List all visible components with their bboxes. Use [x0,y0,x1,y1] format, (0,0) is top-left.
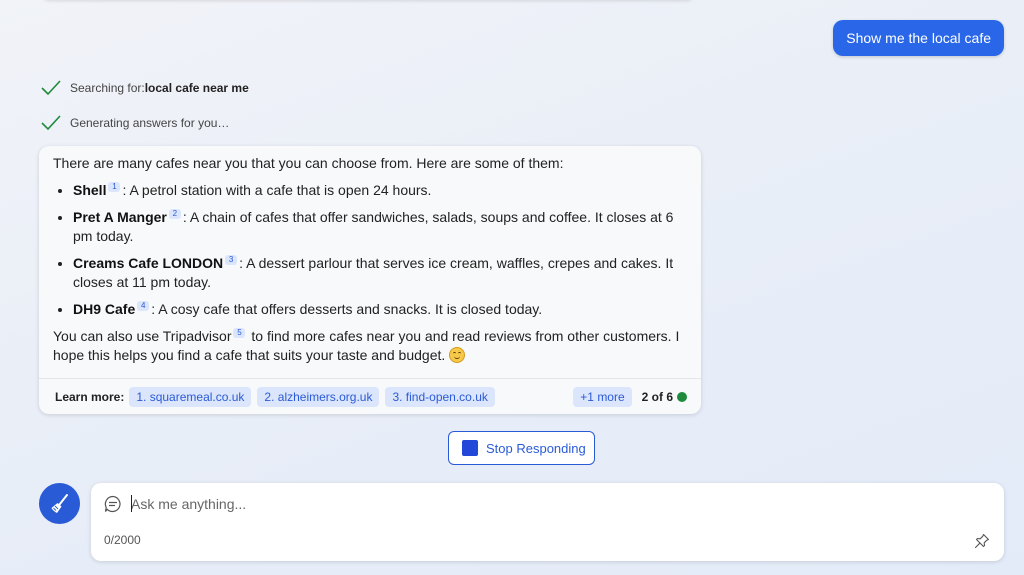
citation-link[interactable]: 1 [108,182,121,192]
more-sources-button[interactable]: +1 more [573,386,632,407]
status-generating-text: Generating answers for you… [70,116,230,130]
learn-more-label: Learn more: [55,389,125,404]
status-searching-query: local cafe near me [144,81,249,95]
user-message-bubble: Show me the local cafe [833,20,1004,56]
list-item: Creams Cafe LONDON3: A dessert parlour t… [73,254,687,292]
broom-icon [51,493,68,513]
cafe-name: Creams Cafe LONDON [73,255,224,271]
character-counter: 0/2000 [104,533,141,547]
pin-icon[interactable] [974,533,990,549]
list-item: Pret A Manger2: A chain of cafes that of… [73,208,687,246]
cafe-name: Shell [73,182,107,198]
status-generating: Generating answers for you… [40,113,229,133]
smile-emoji-icon [449,347,466,363]
cafe-name: DH9 Cafe [73,301,136,317]
list-item: DH9 Cafe4: A cosy cafe that offers desse… [73,300,687,319]
outro-text-before: You can also use Tripadvisor [53,328,232,344]
source-link-1[interactable]: 1. squaremeal.co.uk [129,386,252,407]
answer-body: There are many cafes near you that you c… [39,146,701,365]
cafe-name: Pret A Manger [73,209,167,225]
answer-outro: You can also use Tripadvisor 5 to find mo… [53,327,687,365]
citation-link[interactable]: 3 [225,255,238,265]
learn-more-bar: Learn more: 1. squaremeal.co.uk 2. alzhe… [39,378,701,414]
status-dot-icon [677,391,687,402]
answer-intro: There are many cafes near you that you c… [53,155,564,171]
check-icon [41,80,61,96]
status-searching: Searching for: local cafe near me [40,78,249,98]
cafe-list: Shell1: A petrol station with a cafe tha… [53,181,687,319]
text-caret [131,495,132,512]
answer-card: There are many cafes near you that you c… [39,146,701,414]
new-topic-button[interactable] [39,483,80,524]
citation-link[interactable]: 5 [233,328,246,338]
citation-link[interactable]: 2 [168,209,181,219]
cafe-description: : A cosy cafe that offers desserts and s… [151,301,543,317]
chat-bubble-icon [104,495,121,513]
stop-icon [462,440,478,456]
chat-input[interactable] [131,493,971,515]
cafe-description: : A petrol station with a cafe that is o… [122,182,432,198]
response-count: 2 of 6 [641,389,673,404]
citation-link[interactable]: 4 [137,301,150,311]
source-link-2[interactable]: 2. alzheimers.org.uk [257,386,380,407]
list-item: Shell1: A petrol station with a cafe tha… [73,181,687,200]
check-icon [41,115,61,131]
chat-input-box: 0/2000 [91,483,1004,561]
stop-responding-label: Stop Responding [486,440,586,456]
status-searching-prefix: Searching for: [70,81,145,95]
source-link-3[interactable]: 3. find-open.co.uk [385,386,495,407]
stop-responding-button[interactable]: Stop Responding [448,431,595,465]
